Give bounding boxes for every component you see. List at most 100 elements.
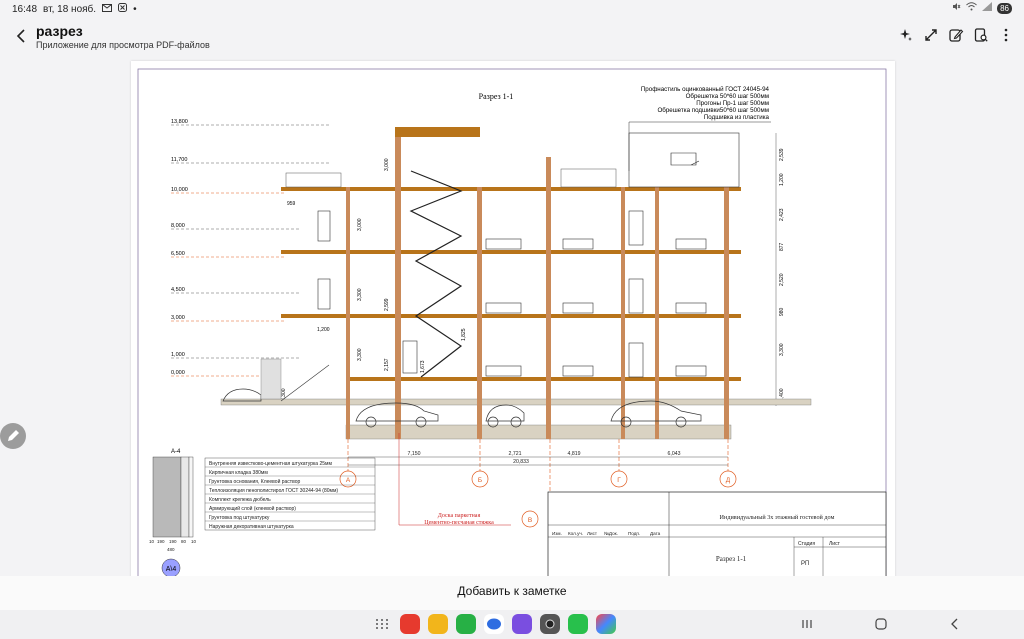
door bbox=[402, 340, 418, 374]
left-dimensions: 959 1,200 3,000 3,300 3,300 3,000 2,599 … bbox=[281, 158, 467, 401]
svg-text:В: В bbox=[528, 517, 532, 524]
wall-layer: Армирующий слой (клеевой раствор) bbox=[209, 505, 296, 512]
dim-text: 3,000 bbox=[384, 158, 390, 171]
svg-text:11,700: 11,700 bbox=[171, 157, 187, 163]
notification-mail-icon bbox=[102, 3, 113, 15]
status-bar: 16:48 вт, 18 нояб. • 86 bbox=[0, 0, 1024, 18]
door bbox=[317, 278, 331, 310]
bottom-action-bar: Добавить к заметке bbox=[0, 576, 1024, 610]
dim-text: 1,673 bbox=[420, 360, 426, 373]
stamp-header: Дата bbox=[650, 531, 661, 536]
back-button[interactable] bbox=[12, 26, 32, 46]
wall-layer: Внутренняя известково-цементная штукатур… bbox=[209, 461, 332, 467]
edit-button[interactable] bbox=[948, 27, 964, 43]
dim-text: 877 bbox=[779, 242, 785, 251]
nav-back-button[interactable] bbox=[948, 615, 962, 633]
wall-section-detail: А-4 Внутренняя известково-цементная штук… bbox=[149, 449, 376, 576]
signal-icon bbox=[982, 2, 993, 14]
chevron-left-icon bbox=[16, 29, 25, 43]
dot-icon: • bbox=[133, 3, 137, 15]
app-grid-icon[interactable] bbox=[372, 614, 392, 634]
app-icon-red[interactable] bbox=[400, 614, 420, 634]
dim-text: 2,423 bbox=[779, 208, 785, 221]
svg-text:190: 190 bbox=[169, 539, 177, 544]
elevation-mark: 6,500 bbox=[171, 251, 286, 258]
wall bbox=[724, 187, 729, 439]
staircase bbox=[409, 170, 463, 378]
elevation-mark: 3,000 bbox=[171, 315, 286, 322]
pdf-viewer[interactable]: Разрез 1-1 Профнастиль оцинкованный ГОСТ… bbox=[0, 54, 1024, 576]
elevation-mark: 11,700 bbox=[171, 157, 331, 164]
svg-text:0,000: 0,000 bbox=[171, 370, 185, 376]
floor-slab bbox=[346, 377, 741, 381]
dim-text: 3,300 bbox=[779, 343, 785, 356]
roof-note: Обрешетка 50*60 шаг 500мм bbox=[686, 93, 769, 100]
doc-search-icon bbox=[974, 28, 988, 42]
floor-note: Доска паркетная bbox=[438, 513, 481, 519]
svg-text:10: 10 bbox=[191, 539, 197, 544]
ai-sparkle-button[interactable] bbox=[898, 27, 914, 43]
dim-text: 2,599 bbox=[384, 298, 390, 311]
axis-marker: А bbox=[339, 470, 357, 488]
wall bbox=[395, 127, 401, 439]
recents-button[interactable] bbox=[800, 615, 814, 633]
stamp-sheet-label: Лист bbox=[829, 541, 841, 547]
stamp-project: Индивидуальный 3х этажный гостевой дом bbox=[720, 514, 835, 521]
clock: 16:48 bbox=[12, 3, 38, 15]
stamp-stage-value: РП bbox=[801, 561, 809, 567]
ground-fill bbox=[220, 398, 812, 406]
dim-text: 6,043 bbox=[668, 451, 681, 457]
door bbox=[628, 278, 644, 314]
add-to-note-button[interactable]: Добавить к заметке bbox=[457, 584, 566, 598]
more-options-button[interactable] bbox=[998, 27, 1014, 43]
notes-app-icon[interactable] bbox=[428, 614, 448, 634]
wall-total: 480 bbox=[167, 547, 175, 552]
floating-pen-button[interactable] bbox=[0, 423, 26, 449]
wall-layer: Наружная декоративная штукатурка bbox=[209, 524, 294, 530]
stamp-stage-label: Стадия bbox=[798, 541, 815, 547]
right-dimensions: 2,539 1,200 2,423 877 2,520 980 3,300 1,… bbox=[775, 133, 785, 406]
search-document-button[interactable] bbox=[973, 27, 989, 43]
axis-marker: В bbox=[521, 510, 539, 528]
camera-app-icon[interactable] bbox=[540, 614, 560, 634]
stamp-header: №Док. bbox=[604, 531, 618, 536]
fullscreen-button[interactable] bbox=[923, 27, 939, 43]
roof-note: Подшивка из пластика bbox=[704, 114, 770, 121]
stamp-header: Изм. bbox=[552, 531, 562, 536]
dim-text: 2,721 bbox=[509, 451, 522, 457]
dim-text: 2,539 bbox=[779, 148, 785, 161]
battery-indicator: 86 bbox=[997, 2, 1012, 14]
svg-text:6,500: 6,500 bbox=[171, 251, 185, 257]
elevation-mark: 13,800 bbox=[171, 119, 331, 126]
messages-app-icon[interactable] bbox=[484, 614, 504, 634]
elevation-mark: 8,000 bbox=[171, 223, 301, 230]
date: вт, 18 нояб. bbox=[43, 3, 97, 15]
parked-cars bbox=[222, 388, 702, 428]
svg-text:190: 190 bbox=[157, 539, 165, 544]
edit-icon bbox=[949, 29, 964, 42]
wall bbox=[477, 187, 482, 439]
title-block: Изм. Кол.уч. Лист №Док. Подп. Дата Индив… bbox=[547, 491, 887, 576]
wifi-icon bbox=[966, 2, 977, 14]
gallery-app-icon[interactable] bbox=[596, 614, 616, 634]
wall-layer: Грунтовка основания, Клеевой раствор bbox=[209, 478, 300, 485]
roof-note: Прогоны Пр-1 шаг 500мм bbox=[696, 100, 769, 107]
axis-marker: Б bbox=[471, 470, 489, 488]
document-title: разрез bbox=[36, 23, 83, 39]
piano bbox=[670, 152, 700, 166]
dim-text: 2,157 bbox=[384, 358, 390, 371]
dim-text: 2,520 bbox=[779, 273, 785, 286]
door bbox=[317, 210, 331, 242]
svg-text:А\4: А\4 bbox=[166, 566, 177, 573]
phone-app-icon[interactable] bbox=[456, 614, 476, 634]
elevation-mark: 4,500 bbox=[171, 287, 301, 294]
whatsapp-app-icon[interactable] bbox=[568, 614, 588, 634]
dim-text: 7,150 bbox=[408, 451, 421, 457]
dim-text: 4,819 bbox=[568, 451, 581, 457]
wall-tag: А\4 bbox=[161, 558, 181, 576]
home-button[interactable] bbox=[874, 615, 888, 633]
app-icon-purple[interactable] bbox=[512, 614, 532, 634]
svg-text:А: А bbox=[346, 477, 351, 484]
navigation-bar bbox=[0, 610, 1024, 639]
elevation-marks: 13,800 11,700 10,000 8,000 6,500 4,500 3… bbox=[171, 119, 331, 377]
